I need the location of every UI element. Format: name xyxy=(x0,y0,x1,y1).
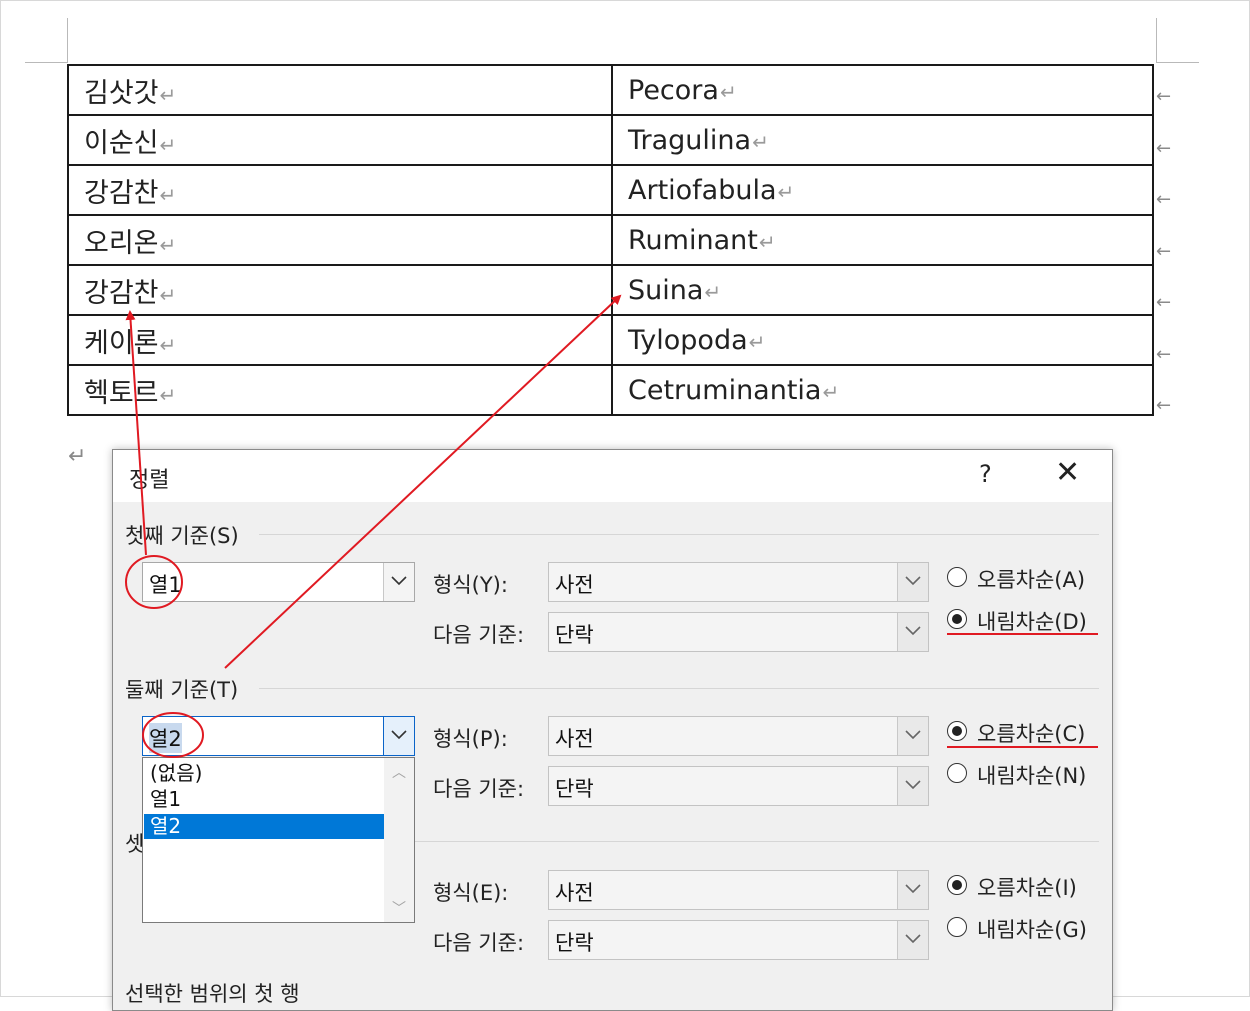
arrow-annotation-to-column1 xyxy=(125,310,147,556)
circle-annotation-second-key xyxy=(142,712,204,758)
circle-annotation-first-key xyxy=(125,555,183,609)
annotation-overlay xyxy=(125,294,622,758)
arrow-annotation-to-column2 xyxy=(224,294,622,669)
